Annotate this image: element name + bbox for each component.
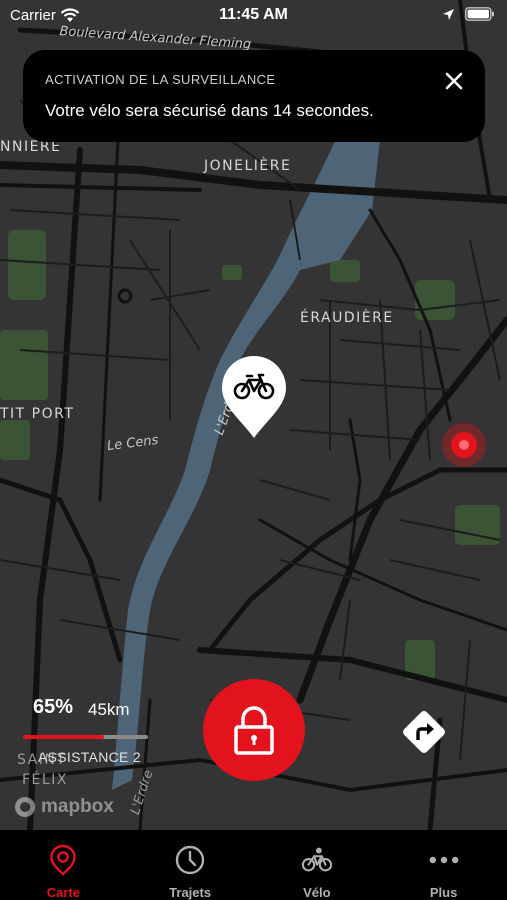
tab-carte[interactable]: Carte (0, 830, 127, 900)
assistance-level: ASSISTANCE 2 (38, 749, 141, 765)
tab-velo[interactable]: Vélo (254, 830, 381, 900)
battery-bar-fill (23, 735, 105, 739)
mapbox-attribution[interactable]: mapbox (14, 796, 114, 818)
alert-location-marker[interactable] (441, 422, 487, 468)
map-label-joneliere: JONELIÈRE (204, 158, 292, 174)
directions-icon (403, 711, 445, 753)
map-label-eraudiere: ÉRAUDIÈRE (300, 310, 394, 326)
status-bar: Carrier 11:45 AM (0, 0, 507, 34)
tab-bar: Carte Trajets Vélo Plus (0, 830, 507, 900)
close-icon (445, 72, 463, 90)
lock-icon (234, 706, 274, 755)
bike-location-pin[interactable] (221, 354, 287, 440)
battery-bar (23, 735, 148, 739)
mapbox-text: mapbox (41, 796, 114, 817)
tab-plus[interactable]: Plus (380, 830, 507, 900)
map-label-petit-port: TIT PORT (0, 406, 75, 422)
surveillance-toast: ACTIVATION DE LA SURVEILLANCE Votre vélo… (23, 50, 485, 142)
location-arrow-icon (443, 8, 454, 20)
map-pin-icon (50, 844, 77, 876)
range-estimate: 45km (88, 700, 130, 719)
toast-message: Votre vélo sera sécurisé dans 14 seconde… (45, 101, 374, 120)
tab-label: Plus (429, 885, 458, 900)
battery-icon (465, 7, 494, 21)
toast-title: ACTIVATION DE LA SURVEILLANCE (45, 72, 276, 87)
tab-label: Carte (46, 885, 80, 900)
bicycle-icon (301, 847, 333, 872)
directions-button[interactable] (399, 707, 449, 757)
lock-button[interactable] (203, 679, 305, 781)
map-label-felix: FÉLIX (22, 772, 68, 788)
more-dots-icon (429, 856, 459, 864)
toast-close-button[interactable] (443, 70, 465, 92)
mapbox-logo-icon (15, 797, 35, 817)
tab-trajets[interactable]: Trajets (127, 830, 254, 900)
clock-icon (175, 845, 205, 875)
tab-label: Vélo (303, 885, 331, 900)
status-time: 11:45 AM (219, 6, 288, 23)
status-icons (442, 7, 495, 21)
tab-label: Trajets (169, 885, 212, 900)
battery-percentage: 65% (33, 696, 74, 718)
